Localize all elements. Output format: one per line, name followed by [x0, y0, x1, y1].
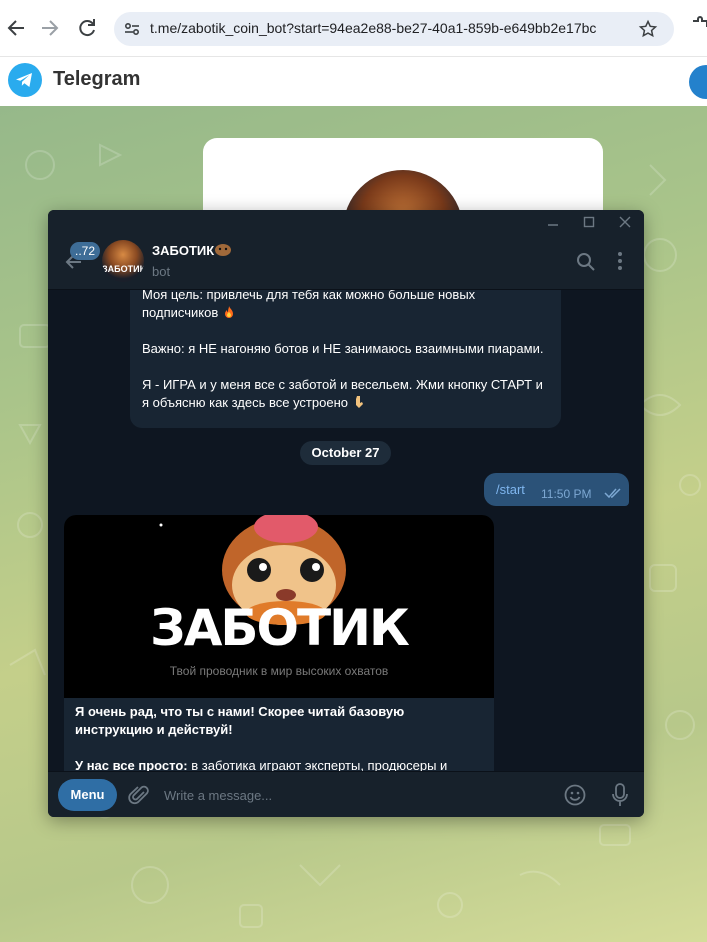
bookmark-star-icon[interactable] — [638, 19, 658, 39]
avatar-label: ЗАБОТИК — [102, 264, 144, 274]
caption-bold-text: Я очень рад, что ты с нами! Скорее читай… — [75, 704, 405, 737]
close-icon[interactable] — [617, 214, 633, 230]
chat-name[interactable]: ЗАБОТИК — [152, 243, 214, 258]
message-text: Я - ИГРА и у меня все с заботой и весель… — [142, 377, 543, 410]
microphone-icon[interactable] — [611, 782, 629, 808]
message-composer: Menu — [48, 771, 644, 817]
hamster-emoji-icon — [215, 244, 231, 256]
address-bar[interactable]: t.me/zabotik_coin_bot?start=94ea2e88-be2… — [114, 12, 674, 46]
banner-title: ЗАБОТИК — [150, 599, 410, 657]
bot-avatar[interactable]: ЗАБОТИК — [102, 240, 144, 282]
chat-status: bot — [152, 264, 171, 279]
site-settings-icon[interactable] — [124, 21, 140, 37]
message-text-line: Моя цель: привлечь для тебя как можно бо… — [142, 290, 476, 302]
telegram-desktop-window: ..72 ЗАБОТИК ЗАБОТИК bot Моя цель: привл… — [48, 210, 644, 817]
incoming-message: Моя цель: привлечь для тебя как можно бо… — [130, 290, 561, 428]
telegram-title: Telegram — [53, 68, 141, 90]
maximize-icon[interactable] — [581, 214, 597, 230]
message-paragraph: Важно: я НЕ нагоняю ботов и НЕ занимаюсь… — [142, 341, 544, 356]
back-arrow-icon[interactable] — [4, 16, 28, 40]
more-vertical-icon[interactable] — [612, 250, 628, 272]
unread-count-badge: ..72 — [70, 242, 101, 260]
forward-arrow-icon[interactable] — [38, 16, 62, 40]
fire-emoji-icon — [224, 306, 233, 318]
telegram-web-header: Telegram — [0, 56, 707, 106]
outgoing-message-text[interactable]: /start — [496, 482, 525, 497]
window-titlebar — [48, 210, 644, 234]
telegram-logo-icon — [8, 63, 42, 97]
media-message: ЗАБОТИК Твой проводник в мир высоких охв… — [64, 515, 494, 771]
emoji-smile-icon[interactable] — [564, 784, 586, 806]
message-text-line: подписчиков — [142, 305, 219, 320]
message-paragraph: Моя цель: привлечь для тебя как можно бо… — [142, 290, 549, 322]
message-list: Моя цель: привлечь для тебя как можно бо… — [48, 290, 644, 771]
message-paragraph: Я - ИГРА и у меня все с заботой и весель… — [142, 376, 549, 412]
read-checkmarks-icon — [604, 488, 621, 499]
media-caption: Я очень рад, что ты с нами! Скорее читай… — [75, 703, 485, 771]
chat-header: ..72 ЗАБОТИК ЗАБОТИК bot — [48, 234, 644, 290]
outgoing-message: /start 11:50 PM — [484, 473, 629, 506]
search-icon[interactable] — [576, 252, 596, 272]
message-timestamp: 11:50 PM — [541, 487, 592, 501]
extensions-icon[interactable] — [690, 16, 707, 38]
date-separator: October 27 — [300, 441, 391, 465]
banner-subtitle: Твой проводник в мир высоких охватов — [169, 664, 389, 678]
caption-text: в заботика играют эксперты, продюсеры и — [187, 758, 448, 771]
paperclip-icon[interactable] — [128, 784, 150, 806]
bot-banner-image[interactable]: ЗАБОТИК Твой проводник в мир высоких охв… — [64, 515, 494, 698]
browser-toolbar: t.me/zabotik_coin_bot?start=94ea2e88-be2… — [0, 0, 707, 56]
bot-menu-button[interactable]: Menu — [58, 779, 117, 811]
minimize-icon[interactable] — [545, 214, 561, 230]
open-in-app-button[interactable] — [689, 65, 707, 99]
url-text: t.me/zabotik_coin_bot?start=94ea2e88-be2… — [150, 20, 597, 36]
pointing-down-emoji-icon — [355, 396, 363, 408]
caption-bold-lead: У нас все просто: — [75, 758, 188, 771]
reload-icon[interactable] — [75, 16, 99, 40]
message-input[interactable] — [164, 782, 534, 808]
